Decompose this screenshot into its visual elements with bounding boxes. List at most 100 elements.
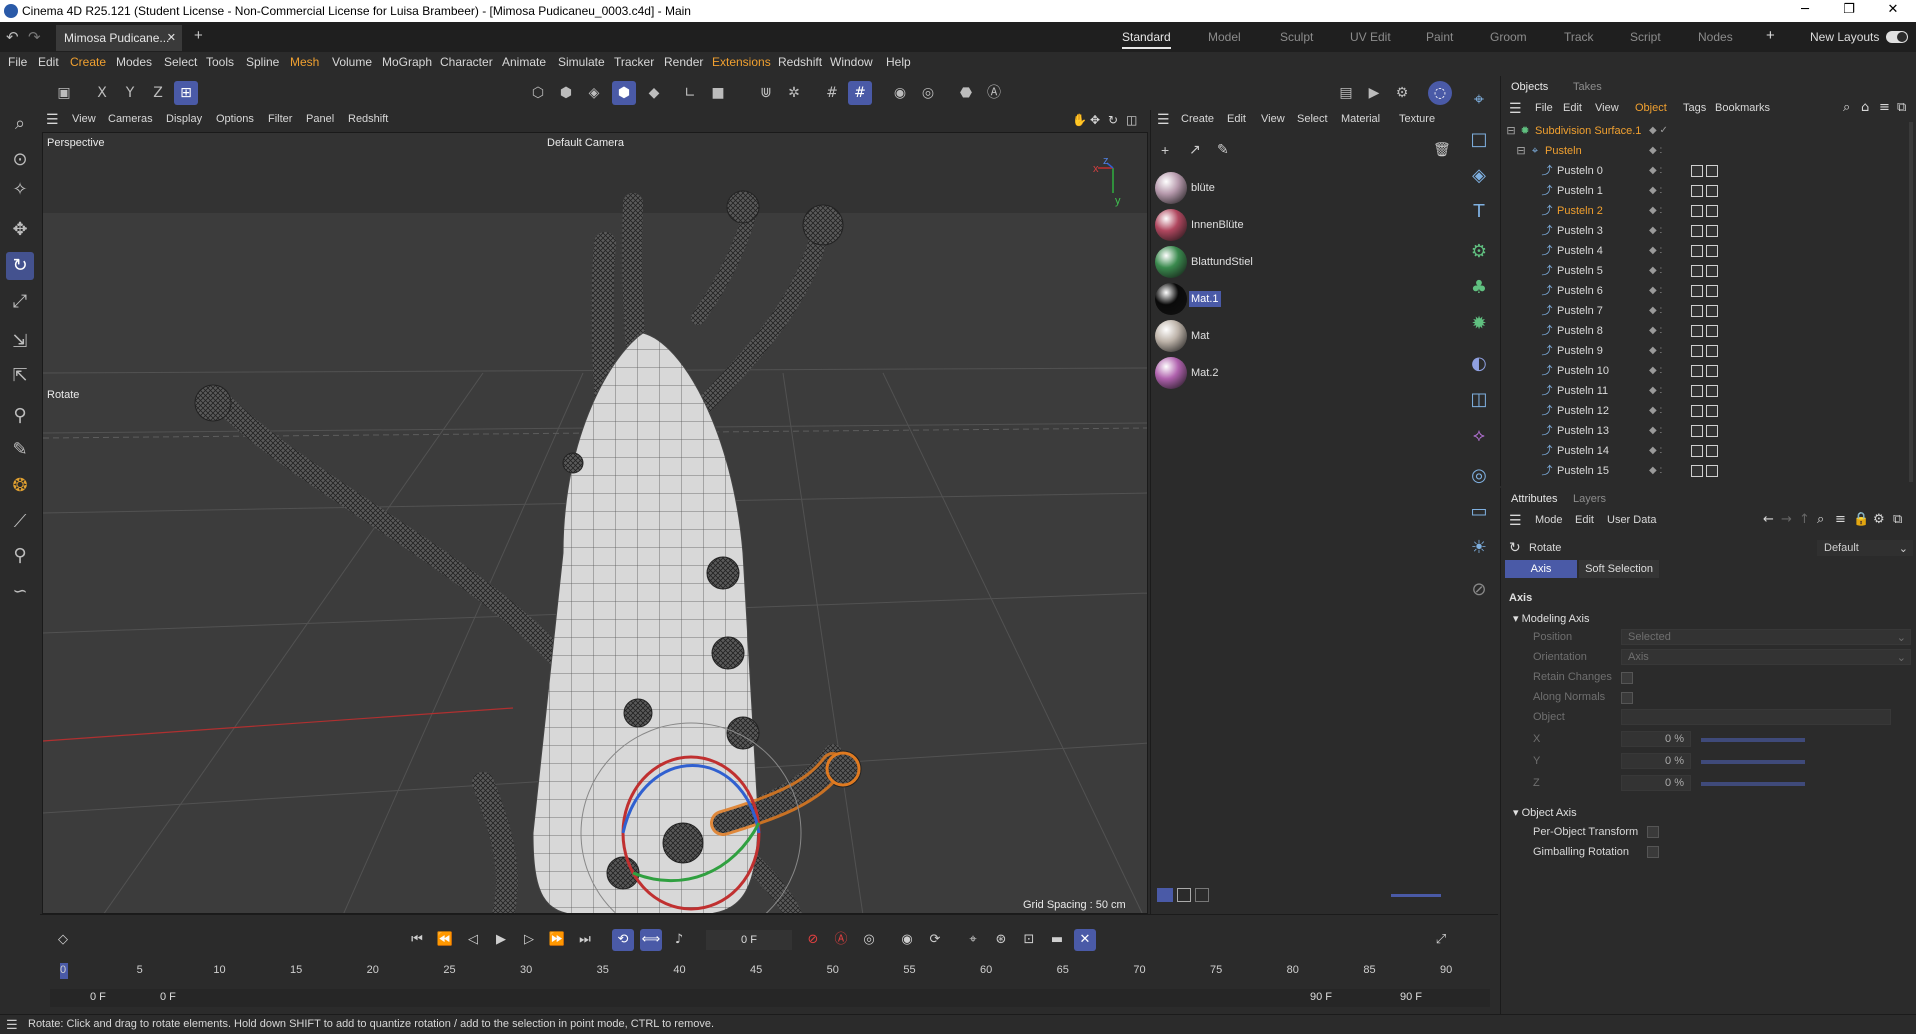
material-item-blattundstiel[interactable]: BlattundStiel <box>1151 244 1271 280</box>
object-link-field[interactable] <box>1621 709 1891 725</box>
knife-tool-icon[interactable]: ⚲ <box>6 402 34 430</box>
objects-menu-bookmarks[interactable]: Bookmarks <box>1715 102 1770 114</box>
layout-tab-nodes[interactable]: Nodes <box>1698 30 1733 44</box>
list-view-icon[interactable] <box>1157 888 1173 902</box>
current-frame-field[interactable]: 0 F <box>706 930 792 950</box>
previous-key-icon[interactable]: ⏪ <box>434 929 456 951</box>
object-tags[interactable] <box>1691 185 1721 199</box>
maximize-button[interactable]: ❐ <box>1834 2 1864 17</box>
key-rotation-icon[interactable]: ⟳ <box>924 929 946 951</box>
viewport-menu-options[interactable]: Options <box>216 113 254 125</box>
texture-tag-icon[interactable] <box>1691 385 1703 397</box>
visibility-dots[interactable]: ◆ : <box>1649 345 1662 356</box>
texture-tag-icon[interactable] <box>1691 445 1703 457</box>
new-layouts-label[interactable]: New Layouts <box>1810 30 1879 44</box>
viewport-menu-filter[interactable]: Filter <box>268 113 292 125</box>
attributes-menu-user-data[interactable]: User Data <box>1607 514 1657 526</box>
object-row-pusteln-child[interactable]: ⤴ Pusteln 9 ◆ : <box>1501 342 1916 362</box>
tab-attributes[interactable]: Attributes <box>1511 493 1557 505</box>
render-settings-icon[interactable]: ⚙ <box>1390 81 1414 105</box>
forward-arrow-icon[interactable]: → <box>1781 512 1792 527</box>
z-value-field[interactable]: 0 % <box>1621 775 1691 791</box>
object-tags[interactable] <box>1691 405 1721 419</box>
menu-animate[interactable]: Animate <box>502 55 546 69</box>
layout-tab-track[interactable]: Track <box>1564 30 1594 44</box>
grid-view-icon[interactable] <box>1177 888 1191 902</box>
texture-tag-icon[interactable] <box>1691 425 1703 437</box>
object-row-pusteln-child[interactable]: ⤴ Pusteln 4 ◆ : <box>1501 242 1916 262</box>
menu-simulate[interactable]: Simulate <box>558 55 605 69</box>
object-tags[interactable] <box>1691 365 1721 379</box>
y-slider[interactable] <box>1701 760 1805 764</box>
menu-extensions[interactable]: Extensions <box>712 55 771 69</box>
material-menu-view[interactable]: View <box>1261 113 1285 125</box>
phong-tag-icon[interactable] <box>1706 265 1718 277</box>
phong-tag-icon[interactable] <box>1706 425 1718 437</box>
light-object-icon[interactable]: ☀ <box>1465 534 1493 562</box>
snap-settings-icon[interactable]: ✲ <box>782 81 806 105</box>
texture-tag-icon[interactable] <box>1691 465 1703 477</box>
object-row-pusteln-child[interactable]: ⤴ Pusteln 1 ◆ : <box>1501 182 1916 202</box>
polygons-mode-icon[interactable]: ◈ <box>582 81 606 105</box>
minimize-button[interactable]: ─ <box>1790 2 1820 17</box>
pan-view-icon[interactable]: ✋ <box>1072 113 1087 127</box>
collapse-icon[interactable]: ⊟ <box>1505 125 1517 137</box>
texture-tag-icon[interactable] <box>1691 305 1703 317</box>
object-row-pusteln-child[interactable]: ⤴ Pusteln 14 ◆ : <box>1501 442 1916 462</box>
tweak-icon[interactable]: Ⓐ <box>982 81 1006 105</box>
objects-menu-view[interactable]: View <box>1595 102 1619 114</box>
menu-window[interactable]: Window <box>830 55 873 69</box>
mograph-effector-icon[interactable]: ♣ <box>1465 274 1493 302</box>
edges-mode-icon[interactable]: ⬢ <box>554 81 578 105</box>
play-icon[interactable]: ▶ <box>490 929 512 951</box>
preview-size-slider[interactable] <box>1391 894 1441 897</box>
object-tags[interactable] <box>1691 385 1721 399</box>
autokey-icon[interactable]: Ⓐ <box>830 929 852 951</box>
frame-ruler[interactable]: 0 5 10 15 20 25 30 35 40 45 50 55 60 65 70 75 80 85 90 <box>60 963 1460 981</box>
object-tags[interactable] <box>1691 245 1721 259</box>
select-tool-icon[interactable]: ⊙ <box>6 146 34 174</box>
model-mode-icon[interactable]: ⬢ <box>612 81 636 105</box>
key-pla-icon[interactable]: ⊡ <box>1018 929 1040 951</box>
texture-tag-icon[interactable] <box>1691 205 1703 217</box>
visibility-dots[interactable]: ◆ : <box>1649 405 1662 416</box>
visibility-dots[interactable]: ◆ : <box>1649 385 1662 396</box>
visibility-dots[interactable]: ◆ : <box>1649 445 1662 456</box>
field-icon[interactable]: ◫ <box>1465 386 1493 414</box>
material-menu-create[interactable]: Create <box>1181 113 1214 125</box>
texture-tag-icon[interactable] <box>1691 325 1703 337</box>
preset-dropdown[interactable]: Default ⌄ <box>1817 540 1913 556</box>
tab-takes[interactable]: Takes <box>1573 81 1602 93</box>
viewport-hamburger-icon[interactable]: ☰ <box>46 111 59 128</box>
visibility-dots[interactable]: ◆ : <box>1649 245 1662 256</box>
objects-home-icon[interactable]: ⌂ <box>1861 100 1869 115</box>
render-to-picture-viewer-icon[interactable]: ▶ <box>1362 81 1386 105</box>
back-arrow-icon[interactable]: ← <box>1763 512 1774 527</box>
object-mode-icon[interactable]: ▣ <box>52 81 76 105</box>
cloner-icon[interactable]: ⚙ <box>1465 238 1493 266</box>
sound-icon[interactable]: ♪ <box>668 929 690 951</box>
visibility-dots[interactable]: ◆ ✓ <box>1649 125 1668 136</box>
material-item-mat[interactable]: Mat <box>1151 318 1271 354</box>
object-row-pusteln-child[interactable]: ⤴ Pusteln 6 ◆ : <box>1501 282 1916 302</box>
up-arrow-icon[interactable]: ↑ <box>1799 512 1810 527</box>
next-key-icon[interactable]: ⏩ <box>546 929 568 951</box>
visibility-dots[interactable]: ◆ : <box>1649 465 1662 476</box>
object-row-subdivision[interactable]: ⊟ ✹ Subdivision Surface.1 ◆ ✓ <box>1501 122 1916 142</box>
paint-tool-icon[interactable]: ❂ <box>6 472 34 500</box>
x-slider[interactable] <box>1701 738 1805 742</box>
key-position-icon[interactable]: ◉ <box>896 929 918 951</box>
texture-tag-icon[interactable] <box>1691 345 1703 357</box>
objects-menu-edit[interactable]: Edit <box>1563 102 1582 114</box>
layout-tab-sculpt[interactable]: Sculpt <box>1280 30 1313 44</box>
phong-tag-icon[interactable] <box>1706 245 1718 257</box>
key-scale-icon[interactable]: ⌖ <box>962 929 984 951</box>
null-object-icon[interactable]: ⌖ <box>1465 86 1493 114</box>
phong-tag-icon[interactable] <box>1706 225 1718 237</box>
phong-tag-icon[interactable] <box>1706 325 1718 337</box>
texture-tag-icon[interactable] <box>1691 265 1703 277</box>
camera-object-icon[interactable]: ▭ <box>1465 498 1493 526</box>
object-row-pusteln-child[interactable]: ⤴ Pusteln 5 ◆ : <box>1501 262 1916 282</box>
visibility-dots[interactable]: ◆ : <box>1649 305 1662 316</box>
subtab-soft-selection[interactable]: Soft Selection <box>1579 560 1659 578</box>
